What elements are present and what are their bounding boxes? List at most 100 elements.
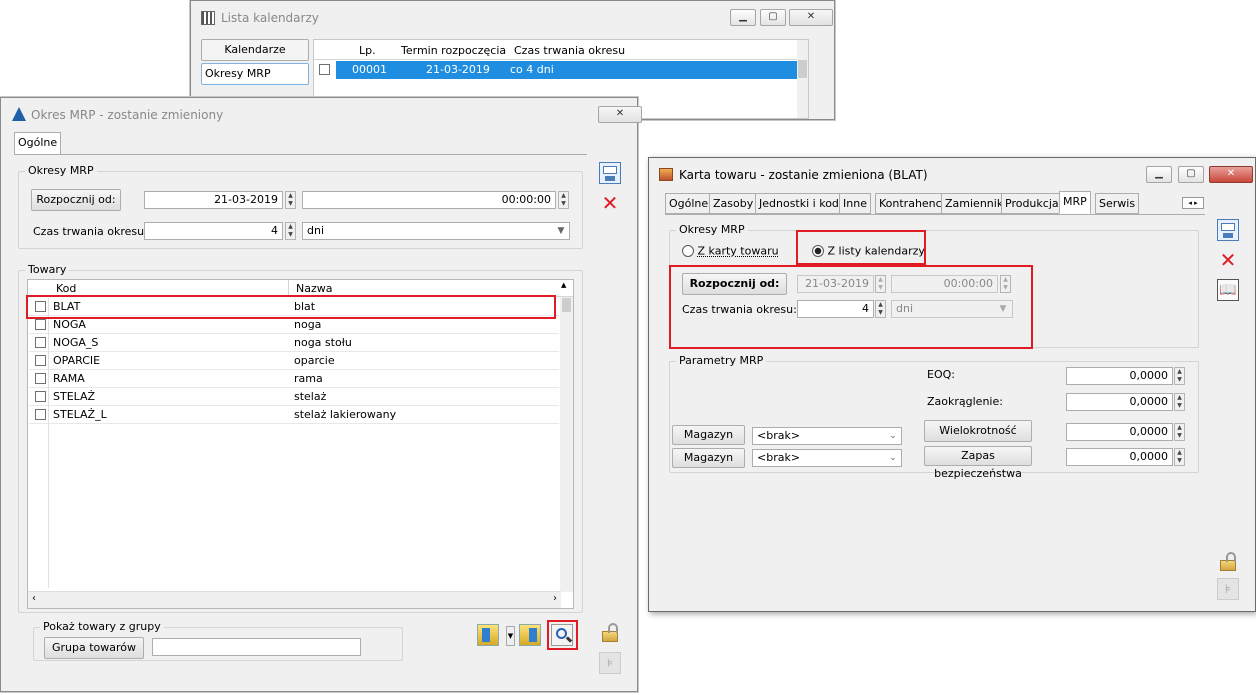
title-bar: Lista kalendarzy ▁ ▢ ✕	[191, 1, 834, 35]
col-kod: Kod	[56, 282, 77, 295]
time-spinner[interactable]: ▲ ▼	[558, 191, 569, 209]
dropdown-arrow-icon[interactable]: ▼	[506, 626, 515, 646]
start-time-field[interactable]: 00:00:00	[302, 191, 556, 209]
tab-zamienniki[interactable]: Zamienniki	[941, 193, 1011, 214]
eoq-label: EOQ:	[927, 368, 955, 381]
tabs-bar: Ogólne Zasoby Jednostki i kody Inne Kont…	[665, 191, 1205, 214]
title-bar: Karta towaru - zostanie zmieniona (BLAT)…	[649, 158, 1255, 192]
horizontal-scrollbar[interactable]: ‹ ›	[28, 591, 561, 608]
import-icon[interactable]	[477, 624, 499, 646]
date-spinner[interactable]: ▲ ▼	[285, 191, 296, 209]
save-icon[interactable]	[599, 162, 621, 184]
chevron-down-icon[interactable]: ▼	[553, 222, 569, 240]
row-checkbox[interactable]	[35, 319, 46, 330]
row-checkbox[interactable]	[35, 409, 46, 420]
col-nazwa: Nazwa	[296, 282, 333, 295]
tab-scroll-arrows[interactable]: ◂ ▸	[1182, 197, 1204, 209]
col-lp: Lp.	[359, 44, 376, 57]
table-row[interactable]: NOGA_S noga stołu	[29, 334, 559, 352]
wielokrotnosc-field[interactable]: 0,0000	[1066, 423, 1173, 441]
zapas-spinner[interactable]: ▲ ▼	[1174, 448, 1185, 466]
magazyn-button-1[interactable]: Magazyn	[672, 425, 745, 445]
title-bar: Okres MRP - zostanie zmieniony ✕	[1, 98, 642, 132]
col-termin: Termin rozpoczęcia	[401, 44, 507, 57]
zaokraglenie-label: Zaokrąglenie:	[927, 395, 1003, 408]
maximize-button[interactable]: ▢	[760, 9, 786, 26]
okresy-mrp-button[interactable]: Okresy MRP	[201, 63, 309, 85]
minimize-button[interactable]: ▁	[730, 9, 756, 26]
grupa-towarow-button[interactable]: Grupa towarów	[44, 637, 144, 659]
cell-nazwa: noga stołu	[294, 336, 352, 349]
chevron-down-icon[interactable]: ⌄	[885, 449, 901, 467]
duration-field[interactable]: 4	[144, 222, 283, 240]
tab-ogolne[interactable]: Ogólne	[665, 193, 713, 214]
lock-icon[interactable]	[599, 622, 621, 644]
minimize-button[interactable]: ▁	[1146, 166, 1172, 183]
tab-kontrahenci[interactable]: Kontrahenci	[875, 193, 949, 214]
table-row[interactable]: STELAŻ stelaż	[29, 388, 559, 406]
cell-nazwa: noga	[294, 318, 322, 331]
tab-produkcja[interactable]: Produkcja	[1001, 193, 1063, 214]
cancel-icon[interactable]: ✕	[1217, 249, 1239, 271]
tab-ogolne[interactable]: Ogólne	[14, 132, 62, 155]
wielokrotnosc-spinner[interactable]: ▲ ▼	[1174, 423, 1185, 441]
scroll-left-icon[interactable]: ‹	[32, 593, 36, 604]
magazyn-button-2[interactable]: Magazyn	[672, 448, 745, 468]
chevron-down-icon[interactable]: ⌄	[885, 427, 901, 445]
scroll-up-icon[interactable]: ▲	[561, 281, 572, 289]
kalendarze-zasobow-button[interactable]: Kalendarze zasobów	[201, 39, 309, 76]
book-icon[interactable]: 📖	[1217, 279, 1239, 301]
tab-jednostki[interactable]: Jednostki i kody	[755, 193, 850, 214]
lock-icon[interactable]	[1217, 551, 1239, 573]
highlight-search-button	[547, 620, 578, 650]
row-checkbox[interactable]	[35, 391, 46, 402]
scroll-right-icon[interactable]: ›	[553, 593, 557, 604]
zaokraglenie-field[interactable]: 0,0000	[1066, 393, 1173, 411]
table-row[interactable]: RAMA rama	[29, 370, 559, 388]
cell-kod: STELAŻ	[53, 390, 96, 403]
wielokrotnosc-button[interactable]: Wielokrotność	[924, 420, 1032, 442]
row-checkbox[interactable]	[35, 337, 46, 348]
tab-mrp[interactable]: MRP	[1059, 191, 1091, 214]
rozpocznij-od-button[interactable]: Rozpocznij od:	[31, 189, 121, 211]
unit-select[interactable]: dni	[302, 222, 570, 240]
table-row[interactable]: 00001 21-03-2019 co 4 dni	[314, 61, 799, 79]
table-row[interactable]: OPARCIE oparcie	[29, 352, 559, 370]
vertical-scrollbar[interactable]	[797, 40, 808, 118]
magazyn-select-1[interactable]: <brak>	[752, 427, 902, 445]
duration-spinner[interactable]: ▲ ▼	[285, 222, 296, 240]
zapas-button[interactable]: Zapas bezpieczeństwa	[924, 446, 1032, 480]
close-button[interactable]: ✕	[598, 106, 642, 123]
zaokraglenie-spinner[interactable]: ▲ ▼	[1174, 393, 1185, 411]
save-icon[interactable]	[1217, 219, 1239, 241]
cell-kod: RAMA	[53, 372, 85, 385]
row-checkbox[interactable]	[319, 64, 330, 75]
tab-zasoby[interactable]: Zasoby	[709, 193, 758, 214]
row-checkbox[interactable]	[35, 373, 46, 384]
start-date-field[interactable]: 21-03-2019	[144, 191, 283, 209]
eoq-field[interactable]: 0,0000	[1066, 367, 1173, 385]
cell-czas: co 4 dni	[510, 63, 554, 76]
item-card-icon	[659, 168, 673, 181]
zapas-field[interactable]: 0,0000	[1066, 448, 1173, 466]
maximize-button[interactable]: ▢	[1178, 166, 1204, 183]
grupa-field[interactable]	[152, 638, 361, 656]
radio-icon	[682, 245, 694, 257]
group-label: Pokaż towary z grupy	[40, 620, 164, 633]
tab-inne[interactable]: Inne	[839, 193, 871, 214]
vertical-scrollbar[interactable]	[560, 297, 573, 592]
radio-z-karty[interactable]: Z karty towaru	[682, 244, 779, 258]
calendar-icon	[201, 11, 215, 25]
close-button[interactable]: ✕	[789, 9, 833, 26]
magazyn-select-2[interactable]: <brak>	[752, 449, 902, 467]
cancel-icon[interactable]: ✕	[599, 192, 621, 214]
group-label: Okresy MRP	[25, 164, 97, 177]
eoq-spinner[interactable]: ▲ ▼	[1174, 367, 1185, 385]
highlight-radio	[796, 230, 926, 265]
table-row[interactable]: STELAŻ_L stelaż lakierowany	[29, 406, 559, 424]
tab-serwis[interactable]: Serwis	[1095, 193, 1140, 214]
close-button[interactable]: ✕	[1209, 166, 1253, 183]
row-checkbox[interactable]	[35, 355, 46, 366]
cell-kod: NOGA	[53, 318, 86, 331]
export-icon[interactable]	[519, 624, 541, 646]
